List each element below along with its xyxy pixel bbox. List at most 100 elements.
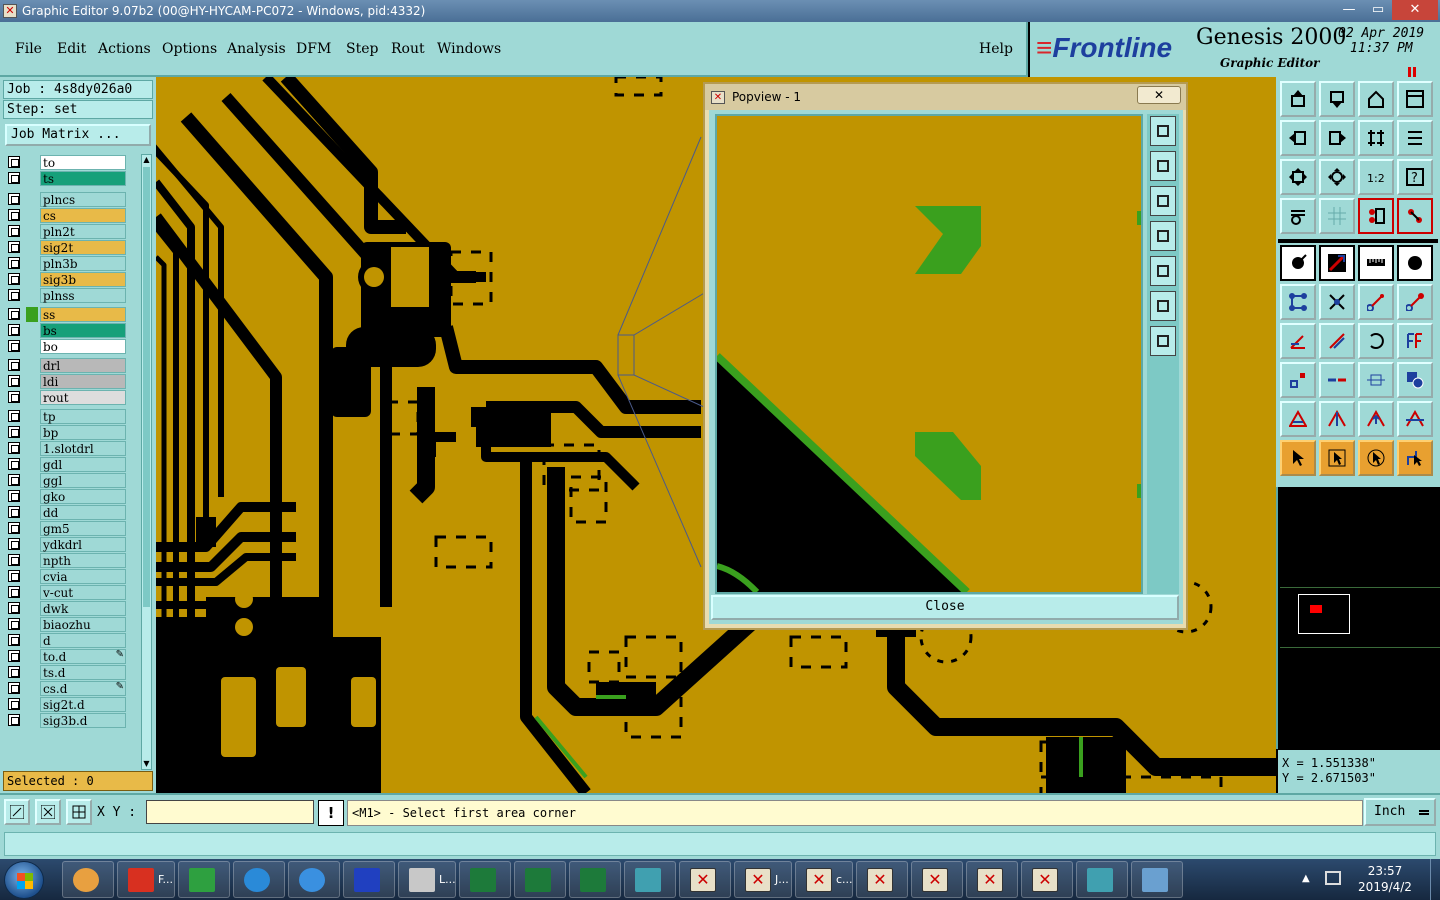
taskbar-item[interactable]: F... [117,861,175,898]
scroll-down-icon[interactable]: ▼ [142,759,151,769]
layer-checkbox[interactable] [8,442,20,454]
popview-zoom-fit-icon[interactable] [1150,291,1176,321]
layer-name[interactable]: ts.d [40,665,126,680]
show-desktop-button[interactable] [1430,859,1440,900]
layer-color-swatch[interactable] [26,601,38,616]
layer-checkbox[interactable] [8,324,20,336]
layer-name[interactable]: gdl [40,457,126,472]
layer-row[interactable]: ydkdrl [4,537,126,552]
layer-display-icon[interactable] [1358,198,1394,234]
tray-clock[interactable]: 23:57 2019/4/2 [1355,863,1415,895]
layer-row[interactable]: to.d ✎ [4,649,126,664]
grid-icon[interactable] [1319,198,1355,234]
triangle-line-icon[interactable] [1397,401,1433,437]
layer-name[interactable]: cs.d [40,681,126,696]
xy-input[interactable] [146,800,314,824]
layer-color-swatch[interactable] [26,649,38,664]
layer-row[interactable]: sig3b [4,272,126,287]
layer-row[interactable]: ldi [4,374,126,389]
layer-color-swatch[interactable] [26,473,38,488]
popview-pan-up-icon[interactable] [1150,151,1176,181]
menu-dfm[interactable]: DFM [296,41,331,57]
layer-checkbox[interactable] [8,391,20,403]
layer-checkbox[interactable] [8,172,20,184]
layer-name[interactable]: npth [40,553,126,568]
layer-checkbox[interactable] [8,602,20,614]
shapes-icon[interactable] [1397,362,1433,398]
layer-color-swatch[interactable] [26,441,38,456]
layer-row[interactable]: cvia [4,569,126,584]
layer-row[interactable]: bs [4,323,126,338]
popview-pan-left-icon[interactable] [1150,221,1176,251]
layer-row[interactable]: ts [4,171,126,186]
menu-file[interactable]: File [15,41,42,57]
layer-checkbox[interactable] [8,618,20,630]
layer-checkbox[interactable] [8,698,20,710]
menu-step[interactable]: Step [346,41,378,57]
layer-color-swatch[interactable] [26,521,38,536]
layer-color-swatch[interactable] [26,256,38,271]
arc-icon[interactable] [1358,323,1394,359]
layer-name[interactable]: plnss [40,288,126,303]
layer-checkbox[interactable] [8,506,20,518]
layer-color-swatch[interactable] [26,288,38,303]
taskbar-item[interactable] [343,861,395,898]
layer-name[interactable]: sig2t [40,240,126,255]
layer-color-swatch[interactable] [26,240,38,255]
pan-up-icon[interactable] [1280,81,1316,117]
layer-name[interactable]: cs [40,208,126,223]
layer-row[interactable]: gko [4,489,126,504]
layer-row[interactable]: tp [4,409,126,424]
circle-pad-icon[interactable] [1397,245,1433,281]
taskbar-item[interactable] [569,861,621,898]
layer-checkbox[interactable] [8,340,20,352]
taskbar-item[interactable] [1076,861,1128,898]
layer-name[interactable]: drl [40,358,126,373]
layer-checkbox[interactable] [8,490,20,502]
stretch-icon[interactable] [1358,362,1394,398]
layer-color-swatch[interactable] [26,665,38,680]
layer-row[interactable]: pln2t [4,224,126,239]
layer-row[interactable]: plnss [4,288,126,303]
layer-color-swatch[interactable] [26,374,38,389]
layer-name[interactable]: pln2t [40,224,126,239]
layer-row[interactable]: gdl [4,457,126,472]
layer-name[interactable]: bp [40,425,126,440]
layer-color-swatch[interactable] [26,457,38,472]
layer-row[interactable]: 1.slotdrl [4,441,126,456]
units-select[interactable]: Inch [1364,798,1436,826]
layer-name[interactable]: bo [40,339,126,354]
layer-row[interactable]: bo [4,339,126,354]
layer-row[interactable]: gm5 [4,521,126,536]
layer-color-swatch[interactable] [26,390,38,405]
layer-color-swatch[interactable] [26,697,38,712]
taskbar-item[interactable]: ✕ c... [795,861,853,898]
layer-checkbox[interactable] [8,714,20,726]
layer-row[interactable]: sig3b.d [4,713,126,728]
layer-checkbox[interactable] [8,554,20,566]
scroll-up-icon[interactable]: ▲ [142,155,151,165]
layer-row[interactable]: dwk [4,601,126,616]
maximize-button[interactable]: ▭ [1363,0,1393,20]
layer-color-swatch[interactable] [26,224,38,239]
layer-row[interactable]: sig2t.d [4,697,126,712]
tray-expand-icon[interactable]: ▲ [1302,873,1310,884]
popview-pan-right-icon[interactable] [1150,256,1176,286]
triangle-up-icon[interactable] [1319,401,1355,437]
layer-checkbox[interactable] [8,682,20,694]
layer-color-swatch[interactable] [26,409,38,424]
layer-name[interactable]: v-cut [40,585,126,600]
layer-checkbox[interactable] [8,359,20,371]
layer-checkbox[interactable] [8,193,20,205]
clear-corner-icon[interactable] [35,799,61,825]
layer-row[interactable]: ss [4,307,126,322]
layer-name[interactable]: cvia [40,569,126,584]
resize-corner-icon[interactable] [4,799,30,825]
layer-color-swatch[interactable] [26,489,38,504]
layer-name[interactable]: dwk [40,601,126,616]
taskbar-item[interactable]: ✕ J... [734,861,792,898]
layer-row[interactable]: d [4,633,126,648]
menu-help[interactable]: Help [979,41,1013,57]
layer-row[interactable]: cs.d ✎ [4,681,126,696]
ruler-icon[interactable] [1358,245,1394,281]
